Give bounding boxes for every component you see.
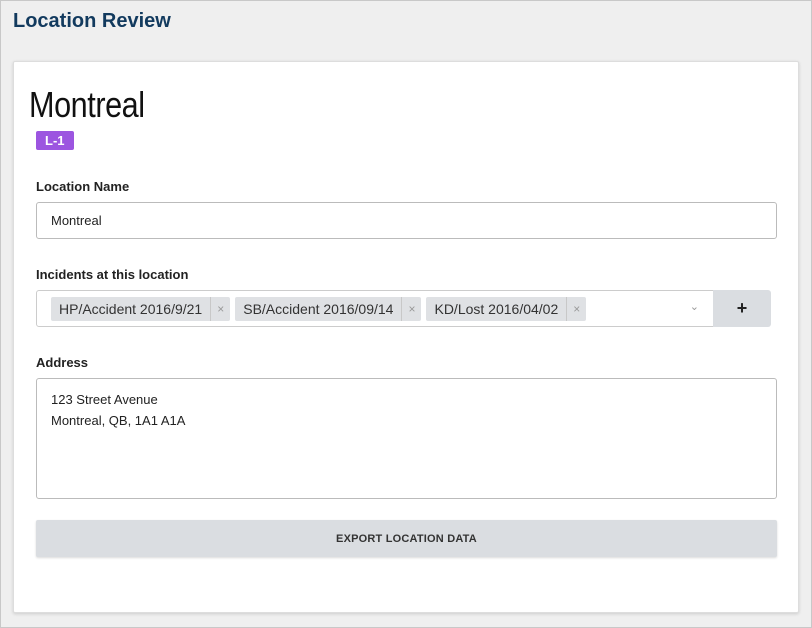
address-textarea[interactable]: 123 Street Avenue Montreal, QB, 1A1 A1A bbox=[36, 378, 777, 499]
chip-label: HP/Accident 2016/9/21 bbox=[59, 300, 203, 317]
location-name-label: Location Name bbox=[36, 179, 130, 194]
remove-icon[interactable]: × bbox=[566, 296, 586, 321]
export-location-data-button[interactable]: EXPORT LOCATION DATA bbox=[36, 520, 777, 557]
incident-chip[interactable]: HP/Accident 2016/9/21 × bbox=[51, 296, 231, 321]
location-name-input[interactable]: Montreal bbox=[36, 202, 777, 239]
address-line-2: Montreal, QB, 1A1 A1A bbox=[51, 413, 186, 428]
address-line-1: 123 Street Avenue bbox=[51, 392, 158, 407]
record-id-badge: L-1 bbox=[36, 131, 74, 150]
record-name: Montreal bbox=[29, 84, 145, 125]
page-title: Location Review bbox=[13, 10, 171, 32]
incidents-multiselect[interactable]: HP/Accident 2016/9/21 × SB/Accident 2016/… bbox=[36, 290, 714, 327]
chevron-down-icon[interactable]: ⌄ bbox=[690, 300, 699, 313]
chip-label: SB/Accident 2016/09/14 bbox=[243, 300, 394, 317]
remove-icon[interactable]: × bbox=[210, 296, 230, 321]
chip-label: KD/Lost 2016/04/02 bbox=[434, 300, 559, 317]
incidents-label: Incidents at this location bbox=[36, 267, 189, 282]
address-label: Address bbox=[36, 355, 89, 370]
add-incident-button[interactable]: + bbox=[713, 290, 771, 327]
remove-icon[interactable]: × bbox=[401, 296, 421, 321]
incident-chip[interactable]: SB/Accident 2016/09/14 × bbox=[235, 296, 422, 321]
incident-chip[interactable]: KD/Lost 2016/04/02 × bbox=[426, 296, 587, 321]
location-form-card: Montreal L-1 Location Name Montreal Inci… bbox=[13, 61, 799, 613]
